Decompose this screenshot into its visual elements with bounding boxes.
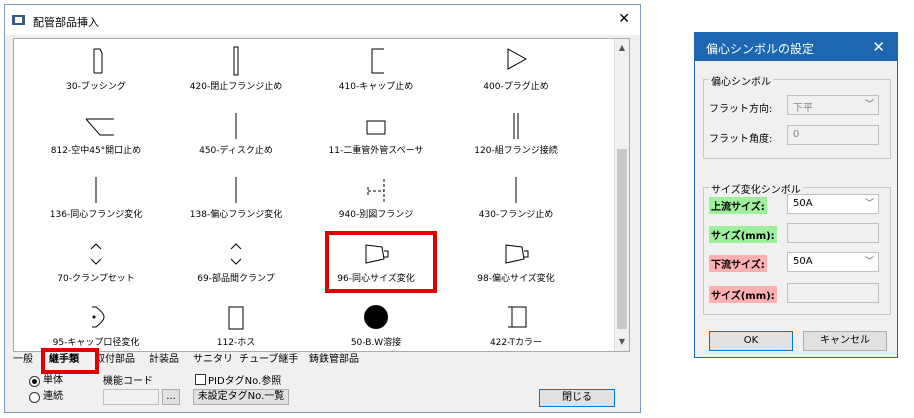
- part-label: 400-プラグ止め: [483, 82, 549, 92]
- part-label: 422-Tカラー: [489, 338, 543, 348]
- mode-radio-group: 単体 連続: [29, 373, 63, 405]
- app-icon: [12, 15, 25, 25]
- tab-general[interactable]: 一般: [13, 352, 33, 368]
- pid-tag-checkbox[interactable]: [195, 374, 206, 385]
- radio-continuous[interactable]: 連続: [29, 389, 63, 405]
- blind-flange-icon: [233, 46, 239, 76]
- upstream-size-select[interactable]: 50A ﹀: [787, 194, 879, 214]
- part-label: 940-別図フランジ: [338, 210, 414, 220]
- dialog-title-bar: 偏心シンボルの設定 ✕: [695, 33, 897, 61]
- downstream-size-value: 50A: [793, 256, 813, 267]
- radio-continuous-label: 連続: [43, 391, 63, 402]
- part-label: 450-ディスク止め: [199, 146, 273, 156]
- t-collar-icon: [508, 306, 527, 328]
- pid-tag-label: PIDタグNo.参照: [208, 376, 282, 387]
- flange-pair-icon: [513, 113, 519, 139]
- part-label: 98-偏心サイズ変化: [477, 274, 555, 284]
- scroll-thumb[interactable]: [617, 149, 627, 329]
- selection-highlight: [325, 231, 437, 293]
- cap-reducer-icon: [92, 306, 105, 328]
- open-45-icon: [85, 118, 114, 136]
- flange-end-icon: [515, 177, 517, 203]
- conc-flange-icon: [95, 177, 97, 203]
- eccentric-symbol-settings-dialog: 偏心シンボルの設定 ✕ 偏心シンボル フラット方向: 下平 ﹀ フラット角度: …: [694, 32, 898, 358]
- spacer-icon: [366, 120, 386, 135]
- parts-grid: 30-ブッシング 420-閉止フランジ止め 410-キャップ止め 400-プラグ…: [13, 38, 630, 352]
- downstream-size-mm-label: サイズ(mm):: [709, 286, 777, 303]
- tab-mounting-parts[interactable]: 取付部品: [95, 352, 135, 368]
- downstream-size-label: 下流サイズ:: [709, 255, 767, 272]
- tab-sanitary[interactable]: サニタリ: [193, 352, 233, 368]
- part-label: 69-部品間クランプ: [197, 274, 275, 284]
- part-label: 138-偏心フランジ変化: [189, 210, 283, 220]
- part-label: 136-同心フランジ変化: [49, 210, 143, 220]
- upstream-size-label: 上流サイズ:: [709, 197, 767, 214]
- part-label: 11-二重管外管スペーサ: [328, 146, 424, 156]
- close-icon[interactable]: ✕: [618, 11, 630, 27]
- part-label: 30-ブッシング: [66, 82, 126, 92]
- vertical-scrollbar[interactable]: ▲ ▼: [614, 39, 629, 351]
- downstream-size-select[interactable]: 50A ﹀: [787, 252, 879, 272]
- clamp-set-icon: [90, 243, 102, 265]
- part-label: 410-キャップ止め: [338, 82, 414, 92]
- chevron-down-icon: ﹀: [864, 257, 874, 267]
- other-flange-icon: [367, 179, 385, 203]
- part-label: 430-フランジ止め: [478, 210, 554, 220]
- tab-highlight: [41, 348, 99, 374]
- plug-icon: [507, 48, 528, 70]
- cap-icon: [371, 48, 384, 74]
- window-title: 配管部品挿入: [33, 16, 99, 29]
- radio-single-label: 単体: [43, 375, 63, 386]
- upstream-size-mm-field[interactable]: [787, 223, 879, 243]
- part-label: 50-B.W溶接: [350, 338, 402, 348]
- tab-cast-iron[interactable]: 鋳鉄管部品: [309, 352, 359, 368]
- function-code-label: 機能コード: [103, 376, 153, 387]
- part-label: 112-ホス: [216, 338, 256, 348]
- unset-tag-list-button[interactable]: 未設定タグNo.一覧: [193, 389, 289, 405]
- upstream-size-mm-label: サイズ(mm):: [709, 226, 777, 243]
- function-code-field[interactable]: [103, 389, 159, 405]
- scroll-down-icon[interactable]: ▼: [615, 335, 629, 349]
- part-label: 420-閉止フランジ止め: [189, 82, 283, 92]
- title-bar: 配管部品挿入 ✕: [5, 5, 640, 35]
- flat-angle-label: フラット角度:: [709, 134, 773, 145]
- upstream-size-value: 50A: [793, 198, 813, 209]
- part-label: 812-空中45°開口止め: [50, 146, 142, 156]
- flat-direction-value: 下平: [793, 103, 813, 114]
- close-button[interactable]: 閉じる: [539, 389, 615, 407]
- dialog-title: 偏心シンボルの設定: [706, 42, 815, 56]
- flat-direction-select[interactable]: 下平 ﹀: [787, 95, 879, 115]
- ecc-reducer-icon: [505, 244, 529, 264]
- eccentric-symbol-group: [703, 79, 891, 159]
- bushing-icon: [93, 48, 103, 74]
- radio-single[interactable]: 単体: [29, 373, 63, 389]
- flat-direction-label: フラット方向:: [709, 104, 773, 115]
- cancel-button[interactable]: キャンセル: [803, 331, 887, 351]
- downstream-size-mm-field[interactable]: [787, 283, 879, 303]
- dialog-close-icon[interactable]: ✕: [872, 38, 885, 56]
- part-label: 70-クランプセット: [57, 274, 135, 284]
- flat-angle-field[interactable]: 0: [787, 125, 879, 145]
- chevron-down-icon: ﹀: [864, 100, 874, 110]
- part-label: 95-キャップ口径変化: [52, 338, 140, 348]
- scroll-up-icon[interactable]: ▲: [615, 41, 629, 55]
- chevron-down-icon: ﹀: [864, 199, 874, 209]
- browse-button[interactable]: ...: [162, 389, 180, 405]
- eccentric-group-label: 偏心シンボル: [709, 73, 773, 88]
- boss-icon: [228, 306, 244, 330]
- part-label: 120-組フランジ接続: [474, 146, 558, 156]
- bw-weld-icon: [364, 305, 388, 329]
- tab-instruments[interactable]: 計装品: [149, 352, 179, 368]
- disk-icon: [235, 113, 237, 139]
- clamp-icon: [230, 243, 242, 265]
- parts-insert-window: 配管部品挿入 ✕ 30-ブッシング 420-閉止フランジ止め 410-キャップ止…: [4, 4, 641, 413]
- ecc-flange-icon: [235, 177, 237, 203]
- tab-tube-fittings[interactable]: チューブ継手: [239, 352, 298, 368]
- ok-button[interactable]: OK: [709, 331, 793, 351]
